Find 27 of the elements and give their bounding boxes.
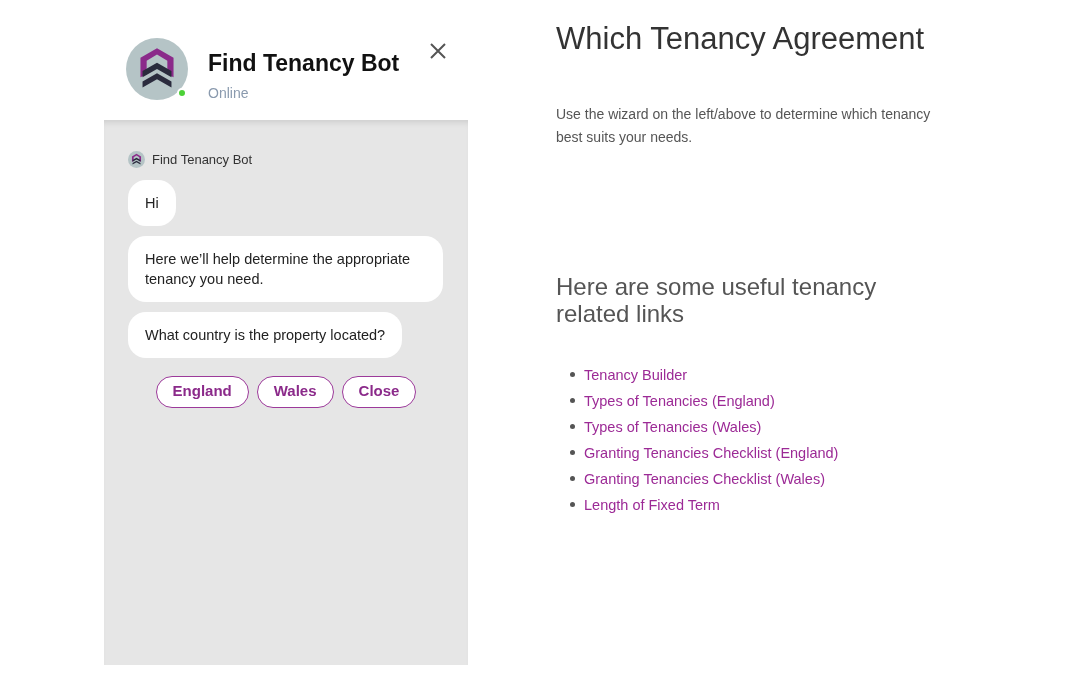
bullet-icon [570, 476, 575, 481]
page-title: Which Tenancy Agreement [556, 20, 926, 58]
bullet-icon [570, 398, 575, 403]
sender-name: Find Tenancy Bot [152, 151, 253, 169]
message-bubble: Here we’ll help determine the appropriate tenancy you need. [128, 235, 443, 302]
links-heading: Here are some useful tenancy related links [556, 272, 878, 327]
link[interactable]: Granting Tenancies Checklist (Wales) [584, 468, 825, 489]
bot-logo-icon [126, 38, 188, 100]
bullet-icon [570, 450, 575, 455]
close-icon[interactable] [430, 43, 446, 59]
description: Use the wizard on the left/above to determine which tenancy best suits your needs. [556, 104, 932, 147]
message-bubble: What country is the property located? [128, 311, 403, 358]
message-bubble: Hi [128, 179, 176, 226]
bullet-icon [570, 372, 575, 377]
bullet-icon [570, 502, 575, 507]
bullet-icon [570, 424, 575, 429]
link[interactable]: Types of Tenancies (Wales) [584, 416, 762, 437]
link[interactable]: Types of Tenancies (England) [584, 390, 775, 411]
option-button[interactable]: England [155, 375, 249, 408]
bot-logo-icon [128, 151, 145, 169]
option-button[interactable]: Close [341, 375, 417, 408]
status-label: Online [208, 83, 250, 103]
option-button[interactable]: Wales [256, 375, 334, 408]
link[interactable]: Tenancy Builder [584, 364, 688, 385]
link[interactable]: Granting Tenancies Checklist (England) [584, 442, 839, 463]
link[interactable]: Length of Fixed Term [584, 494, 720, 515]
chat-title: Find Tenancy Bot [208, 49, 400, 78]
